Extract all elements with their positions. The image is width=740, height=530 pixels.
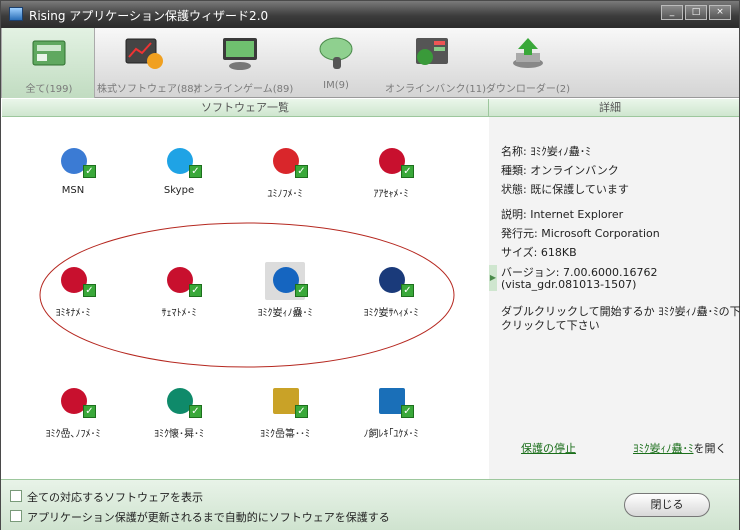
tab-online-games[interactable]: オンラインゲーム(89)	[193, 28, 294, 98]
detail-version-build: (vista_gdr.081013-1507)	[501, 278, 637, 291]
software-item-skype[interactable]: ✓ Skype	[134, 143, 224, 203]
tab-online-bank[interactable]: オンラインバンク(11)	[385, 28, 487, 98]
protected-check-icon: ✓	[295, 165, 308, 178]
category-toolbar: 全て(199) 株式ソフトウェア(88) オンラインゲーム(89) IM(9) …	[1, 28, 739, 98]
tab-bank-label: オンラインバンク(11)	[385, 84, 487, 95]
detail-description: 説明: Internet Explorer	[501, 208, 624, 221]
detail-type: 種類: オンラインバンク	[501, 164, 619, 177]
protected-check-icon: ✓	[83, 284, 96, 297]
protected-check-icon: ✓	[401, 165, 414, 178]
app-shield-icon	[9, 7, 23, 21]
detail-status: 状態: 既に保護しています	[501, 183, 629, 196]
software-item-label: ｱｱｾｬﾒ･ﾐ	[373, 189, 409, 200]
software-item-label: ﾖﾐｸ嵒､ﾉﾌﾒ･ﾐ	[45, 429, 101, 440]
tab-stock-label: 株式ソフトウェア(88)	[97, 84, 198, 95]
software-item-label: ﾉ飼ﾚｷ｢ﾕｹﾒ･ﾐ	[363, 429, 419, 440]
software-list: ✓ MSN ✓ Skype ✓ ﾕﾐﾉﾌﾒ･ﾐ ✓ ｱｱｾｬﾒ･ﾐ ✓ ﾖﾐｷﾅ…	[2, 117, 490, 479]
window-title: Rising アプリケーション保護ウィザード2.0	[29, 9, 269, 23]
tab-all[interactable]: 全て(199)	[1, 28, 95, 98]
all-apps-icon	[32, 40, 66, 66]
detail-size: サイズ: 618KB	[501, 246, 577, 259]
software-item-bank-1[interactable]: ✓ ﾕﾐﾉﾌﾒ･ﾐ	[240, 143, 330, 203]
bank-globe-icon	[416, 38, 448, 65]
title-bar: Rising アプリケーション保護ウィザード2.0 _ □ ×	[1, 1, 739, 28]
software-item-label: ｻｪﾏﾄﾒ･ﾐ	[161, 308, 197, 319]
close-button[interactable]: 閉じる	[624, 493, 710, 517]
collapse-arrow-icon[interactable]: ▶	[489, 265, 497, 291]
tab-games-label: オンラインゲーム(89)	[193, 84, 294, 95]
close-window-button[interactable]: ×	[709, 5, 731, 20]
software-item-bank-8[interactable]: ✓ ﾖﾐｸ懐･曻･ﾐ	[134, 383, 224, 443]
auto-protect-checkbox[interactable]	[10, 510, 22, 522]
software-item-label: MSN	[61, 185, 85, 196]
show-all-checkbox[interactable]	[10, 490, 22, 502]
software-item-bank-10[interactable]: ✓ ﾉ飼ﾚｷ｢ﾕｹﾒ･ﾐ	[346, 383, 436, 443]
detail-name: 名称: ﾖﾐｸ妛ｨﾉ蠱･ﾐ	[501, 145, 591, 158]
stock-chart-icon	[125, 38, 163, 69]
tab-im-label: IM(9)	[323, 80, 349, 91]
tab-im[interactable]: IM(9)	[289, 28, 383, 98]
protected-check-icon: ✓	[401, 284, 414, 297]
footer-bar: 全ての対応するソフトウェアを表示 アプリケーション保護が更新されるまで自動的にソ…	[1, 479, 739, 530]
software-item-label: ﾕﾐﾉﾌﾒ･ﾐ	[267, 189, 303, 200]
software-list-header: ソフトウェア一覧	[2, 99, 488, 117]
software-item-label: ﾖﾐｸ懐･曻･ﾐ	[154, 429, 204, 440]
protected-check-icon: ✓	[401, 405, 414, 418]
software-item-bank-6[interactable]: ✓ ﾖﾐｸ妛ｻﾍｨﾒ･ﾐ	[346, 262, 436, 322]
software-item-bank-2[interactable]: ✓ ｱｱｾｬﾒ･ﾐ	[346, 143, 436, 203]
protected-check-icon: ✓	[295, 405, 308, 418]
minimize-button[interactable]: _	[661, 5, 683, 20]
app-window: Rising アプリケーション保護ウィザード2.0 _ □ × 全て(199) …	[0, 0, 740, 530]
tab-stock-software[interactable]: 株式ソフトウェア(88)	[97, 28, 198, 98]
maximize-button[interactable]: □	[685, 5, 707, 20]
tab-downloaders[interactable]: ダウンローダー(2)	[481, 28, 575, 98]
detail-hint-2: クリックして下さい	[501, 319, 600, 332]
protected-check-icon: ✓	[189, 405, 202, 418]
software-item-label: Skype	[163, 185, 195, 196]
stop-protection-link[interactable]: 保護の停止	[521, 440, 576, 456]
protected-check-icon: ✓	[83, 165, 96, 178]
software-item-bank-selected[interactable]: ✓ ﾖﾐｸ妛ｨﾉ蠱･ﾐ	[240, 262, 330, 322]
software-item-msn[interactable]: ✓ MSN	[28, 143, 118, 203]
software-item-bank-7[interactable]: ✓ ﾖﾐｸ嵒､ﾉﾌﾒ･ﾐ	[28, 383, 118, 443]
software-item-bank-4[interactable]: ✓ ｻｪﾏﾄﾒ･ﾐ	[134, 262, 224, 322]
software-item-bank-9[interactable]: ✓ ﾖﾐｸ嵒箒･･ﾐ	[240, 383, 330, 443]
show-all-label: 全ての対応するソフトウェアを表示	[27, 491, 203, 504]
auto-protect-label: アプリケーション保護が更新されるまで自動的にソフトウェアを保護する	[27, 511, 390, 524]
open-suffix: を開く	[693, 442, 727, 455]
detail-publisher: 発行元: Microsoft Corporation	[501, 227, 660, 240]
protected-check-icon: ✓	[189, 165, 202, 178]
open-software-link[interactable]: ﾖﾐｸ妛ｨﾉ蠱･ﾐ	[633, 442, 694, 455]
software-item-label: ﾖﾐｷﾅﾒ･ﾐ	[55, 308, 91, 319]
game-monitor-icon	[223, 38, 257, 70]
tab-all-label: 全て(199)	[25, 84, 73, 95]
software-item-bank-3[interactable]: ✓ ﾖﾐｷﾅﾒ･ﾐ	[28, 262, 118, 322]
details-header: 詳細	[489, 99, 739, 117]
protected-check-icon: ✓	[295, 284, 308, 297]
tab-downloaders-label: ダウンローダー(2)	[485, 84, 571, 95]
details-pane: ▶ 名称: ﾖﾐｸ妛ｨﾉ蠱･ﾐ 種類: オンラインバンク 状態: 既に保護してい…	[489, 117, 740, 479]
chat-bubble-icon	[319, 37, 353, 69]
software-item-label: ﾖﾐｸ嵒箒･･ﾐ	[260, 429, 310, 440]
software-item-label: ﾖﾐｸ妛ｨﾉ蠱･ﾐ	[257, 308, 313, 319]
open-software-action: ﾖﾐｸ妛ｨﾉ蠱･ﾐを開く	[633, 440, 727, 456]
protected-check-icon: ✓	[189, 284, 202, 297]
download-arrow-icon	[513, 38, 543, 68]
protected-check-icon: ✓	[83, 405, 96, 418]
software-item-label: ﾖﾐｸ妛ｻﾍｨﾒ･ﾐ	[363, 308, 419, 319]
